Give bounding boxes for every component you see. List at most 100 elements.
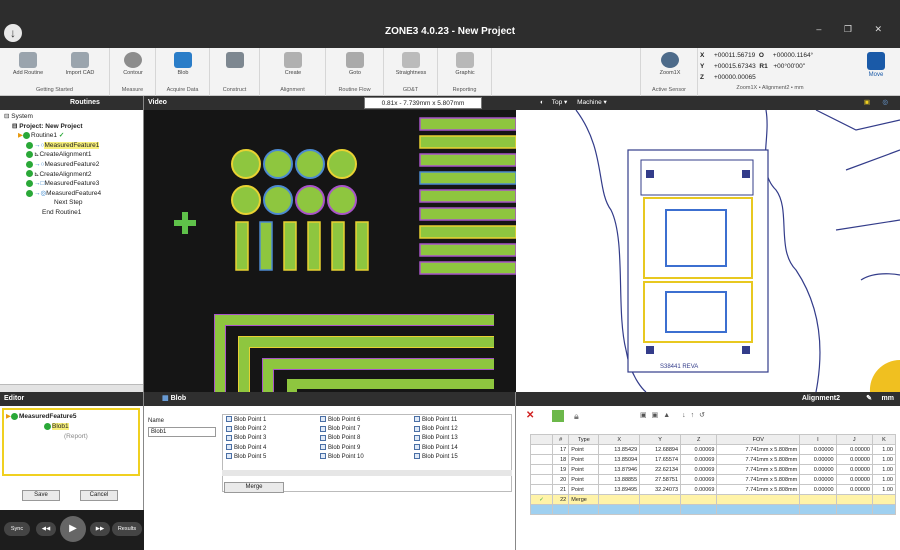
blob-button[interactable]: Blob xyxy=(157,52,209,76)
table-row-new[interactable] xyxy=(530,504,897,515)
checkbox[interactable] xyxy=(226,453,232,460)
window-controls[interactable]: – ❐ ✕ xyxy=(816,24,892,35)
table-row[interactable]: 20 Point 13.88855 27.58751 0.00069 7.741mm x … xyxy=(530,474,897,485)
r-label: R1 xyxy=(759,63,768,70)
zoom-sensor-button[interactable]: Zoom1X xyxy=(644,52,696,76)
cad-view[interactable]: S38441 REVA xyxy=(516,110,900,392)
save-button[interactable]: Save xyxy=(22,490,60,501)
table-cell: Point xyxy=(568,454,600,465)
view-icon[interactable]: ◐ xyxy=(540,99,544,106)
delete-icon[interactable]: ✕ xyxy=(526,410,534,421)
add-routine-button[interactable]: Add Routine xyxy=(2,52,54,76)
blob-point-item[interactable]: Blob Point 5 xyxy=(226,453,266,462)
goto-button[interactable]: Goto xyxy=(329,52,381,76)
rewind-button[interactable]: ◀◀ xyxy=(36,522,56,536)
tree-item-system[interactable]: ⊟ System xyxy=(4,112,143,122)
view-dropdown[interactable]: Top xyxy=(552,99,562,106)
routines-panel: Routines ⊟ System ⊟ Project: New Project… xyxy=(0,96,144,392)
checkbox[interactable] xyxy=(320,453,326,460)
zoom-sensor-icon xyxy=(661,52,679,68)
blob-point-item[interactable]: Blob Point 1 xyxy=(226,416,266,425)
checkbox[interactable] xyxy=(226,434,232,441)
merge-button[interactable]: Merge xyxy=(224,482,284,493)
blob-point-item[interactable]: Blob Point 3 xyxy=(226,434,266,443)
tree-item-measuredfeature4[interactable]: →◎MeasuredFeature4 xyxy=(4,189,143,199)
checkbox[interactable] xyxy=(414,425,420,432)
checkbox[interactable] xyxy=(320,444,326,451)
contour-button[interactable]: Contour xyxy=(107,52,159,76)
blob-point-item[interactable]: Blob Point 6 xyxy=(320,416,364,425)
blob-point-item[interactable]: Blob Point 4 xyxy=(226,444,266,453)
edit-icon[interactable]: ✎ xyxy=(866,392,872,406)
tree-item-measuredfeature2[interactable]: →○MeasuredFeature2 xyxy=(4,160,143,170)
checkbox[interactable] xyxy=(226,444,232,451)
table-row[interactable]: ✓ 22 Merge xyxy=(530,494,897,505)
checkbox[interactable] xyxy=(226,416,232,423)
blob-point-item[interactable]: Blob Point 7 xyxy=(320,425,364,434)
table-row[interactable]: 19 Point 13.87946 22.62134 0.00069 7.741mm x … xyxy=(530,464,897,475)
blob-point-item[interactable]: Blob Point 10 xyxy=(320,453,364,462)
point-list-scrollbar[interactable] xyxy=(222,470,512,476)
blob-point-item[interactable]: Blob Point 12 xyxy=(414,425,458,434)
blob-point-item[interactable]: Blob Point 8 xyxy=(320,434,364,443)
table-tools[interactable]: ▣▣▲ ↓↑↺ xyxy=(640,411,710,419)
table-header-row: # Type X Y Z FOV I J K xyxy=(530,434,897,445)
blob-point-item[interactable]: Blob Point 9 xyxy=(320,444,364,453)
tree-item-createalignment1[interactable]: ⊾CreateAlignment1 xyxy=(4,150,143,160)
routines-scrollbar[interactable] xyxy=(0,384,143,392)
checkbox[interactable] xyxy=(414,416,420,423)
table-cell: 1.00 xyxy=(871,474,897,485)
checkbox[interactable] xyxy=(414,453,420,460)
play-button[interactable]: ▶ xyxy=(60,516,86,542)
blob-point-item[interactable]: Blob Point 11 xyxy=(414,416,458,425)
column-header: Z xyxy=(680,434,718,445)
tree-item-createalignment2[interactable]: ⊾CreateAlignment2 xyxy=(4,170,143,180)
checkbox[interactable] xyxy=(414,434,420,441)
lock-icon[interactable]: 🔒︎ xyxy=(574,411,579,422)
editor-item-report[interactable]: (Report) xyxy=(6,432,136,442)
blob-point-item[interactable]: Blob Point 2 xyxy=(226,425,266,434)
tree-item-project[interactable]: ⊟ Project: New Project xyxy=(4,122,143,132)
checkbox[interactable] xyxy=(226,425,232,432)
table-cell: 0.00000 xyxy=(799,474,837,485)
blob-point-item[interactable]: Blob Point 15 xyxy=(414,453,458,462)
blob-point-item[interactable]: Blob Point 13 xyxy=(414,434,458,443)
editor-item-feature[interactable]: ▶ MeasuredFeature5 xyxy=(6,412,136,422)
tree-item-measuredfeature1[interactable]: →○MeasuredFeature1 xyxy=(4,141,143,151)
highlight-icon[interactable]: ▣ xyxy=(864,96,870,110)
straightness-button[interactable]: Straightness xyxy=(385,52,437,76)
tree-item-routine1[interactable]: ▶ Routine1 ✓ xyxy=(4,131,143,141)
editor-item-blob[interactable]: Blob1 xyxy=(6,422,136,432)
table-row[interactable]: 21 Point 13.89495 32.24073 0.00069 7.741mm x … xyxy=(530,484,897,495)
check-icon xyxy=(26,170,33,178)
tree-item-measuredfeature3[interactable]: →□MeasuredFeature3 xyxy=(4,179,143,189)
table-cell: Point xyxy=(568,484,600,495)
cancel-button[interactable]: Cancel xyxy=(80,490,118,501)
camera-view[interactable] xyxy=(144,110,516,392)
tree-item-next-step[interactable]: Next Step xyxy=(4,198,143,208)
results-button[interactable]: Results xyxy=(112,522,142,536)
ribbon-toolbar: Add Routine Import CAD Getting Started C… xyxy=(0,48,900,96)
construct-button[interactable] xyxy=(209,52,261,70)
checkbox[interactable] xyxy=(320,425,326,432)
zoom-dropdown[interactable]: 0.81x - 7.739mm x 5.807mm xyxy=(364,97,482,109)
checkbox[interactable] xyxy=(414,444,420,451)
create-alignment-button[interactable]: Create xyxy=(267,52,319,76)
fast-forward-button[interactable]: ▶▶ xyxy=(90,522,110,536)
frame-dropdown[interactable]: Machine xyxy=(577,99,602,106)
tree-item-end-routine[interactable]: End Routine1 xyxy=(4,208,143,218)
blob-point-item[interactable]: Blob Point 14 xyxy=(414,444,458,453)
table-row[interactable]: 17 Point 13.85429 12.68894 0.00069 7.741mm x … xyxy=(530,444,897,455)
name-input[interactable]: Blob1 xyxy=(148,427,216,437)
globe-icon[interactable]: ◎ xyxy=(882,96,888,110)
move-button[interactable]: Move xyxy=(856,52,896,78)
sync-button[interactable]: Sync xyxy=(4,522,30,536)
y-axis-label: Y xyxy=(700,63,705,70)
table-row[interactable]: 18 Point 13.85094 17.65574 0.00069 7.741mm x … xyxy=(530,454,897,465)
transport-bar: Sync ◀◀ ▶ ▶▶ Results xyxy=(0,510,144,550)
checkbox[interactable] xyxy=(320,434,326,441)
import-cad-button[interactable]: Import CAD xyxy=(54,52,106,76)
graphic-button[interactable]: Graphic xyxy=(439,52,491,76)
checkbox[interactable] xyxy=(320,416,326,423)
point-icon[interactable] xyxy=(552,410,564,422)
